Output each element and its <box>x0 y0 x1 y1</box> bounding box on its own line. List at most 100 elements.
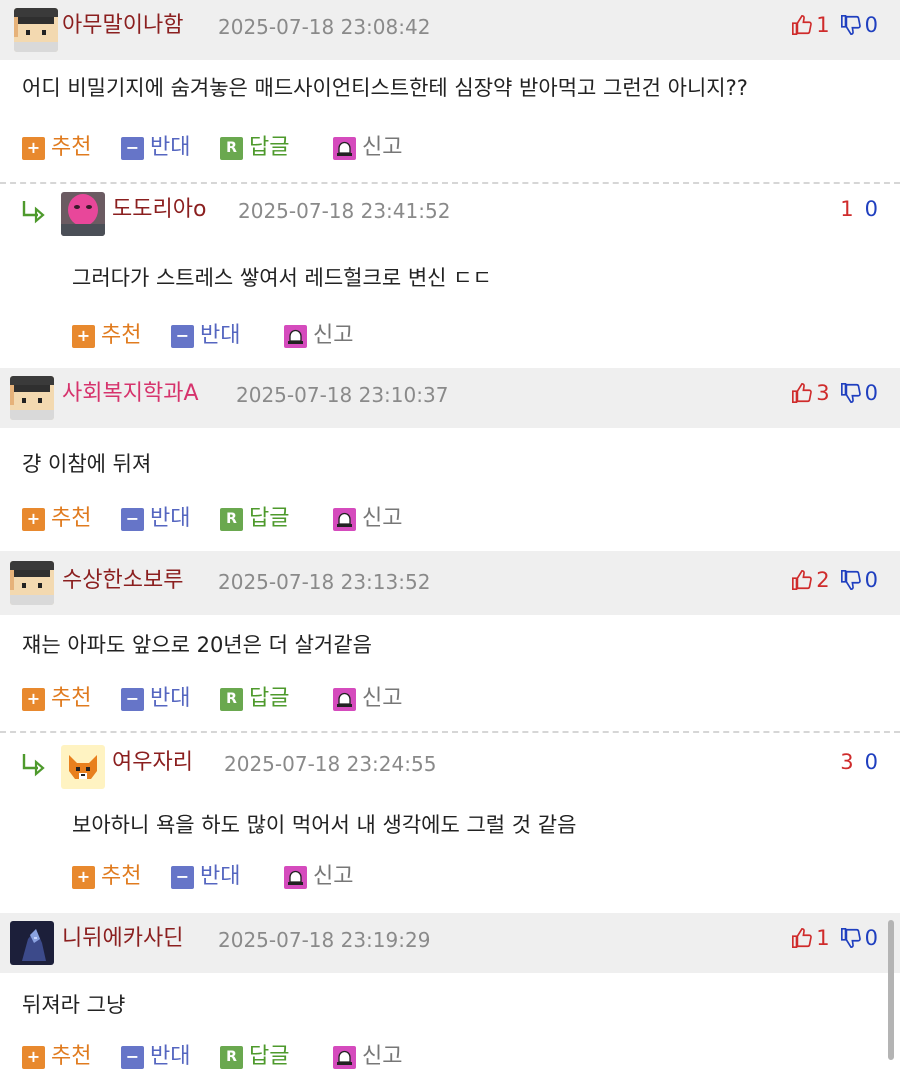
pixel-student-avatar[interactable] <box>14 8 58 52</box>
recommend-button[interactable]: + 추천 <box>22 134 91 162</box>
siren-icon <box>333 1045 356 1069</box>
recommend-label: 추천 <box>51 506 92 531</box>
pixel-student-avatar[interactable] <box>10 561 54 605</box>
siren-icon <box>333 136 356 160</box>
report-button[interactable]: 신고 <box>333 505 402 533</box>
vote-counts: 3 0 <box>791 380 878 406</box>
comment-nickname[interactable]: 도도리아o <box>112 196 206 224</box>
scrollbar-thumb[interactable] <box>888 920 894 1060</box>
downvote-count: 0 <box>864 568 878 592</box>
comment-header: 니뒤에카사딘 2025-07-18 23:19:29 1 0 <box>0 913 900 973</box>
recommend-label: 추천 <box>101 323 142 348</box>
comment-body: 보아하니 욕을 하도 많이 먹어서 내 생각에도 그럴 것 같음 <box>0 795 900 855</box>
reply-label: 답글 <box>249 1044 290 1069</box>
report-button[interactable]: 신고 <box>284 322 353 350</box>
reply-button[interactable]: R 답글 <box>220 1043 289 1071</box>
comment-text: 어디 비밀기지에 숨겨놓은 매드사이언티스트한테 심장약 받아먹고 그런건 아니… <box>22 76 748 100</box>
comment-date: 2025-07-18 23:08:42 <box>218 15 431 39</box>
comment-date: 2025-07-18 23:13:52 <box>218 570 431 594</box>
downvote-count: 0 <box>864 926 878 950</box>
comment-actions: + 추천 − 반대 R 답글 신고 <box>0 675 900 733</box>
thumbs-up-icon <box>792 570 813 590</box>
recommend-button[interactable]: + 추천 <box>72 863 141 891</box>
dark-character-avatar[interactable] <box>10 921 54 965</box>
comment-nickname[interactable]: 수상한소보루 <box>62 567 183 595</box>
report-label: 신고 <box>313 323 354 348</box>
recommend-button[interactable]: + 추천 <box>22 505 91 533</box>
upvote-count: 3 <box>816 381 830 405</box>
reply-comment: 도도리아o 2025-07-18 23:41:52 1 0 그러다가 스트레스 … <box>0 184 900 368</box>
oppose-label: 반대 <box>150 506 191 531</box>
downvote-count: 0 <box>864 381 878 405</box>
oppose-label: 반대 <box>150 135 191 160</box>
siren-icon <box>333 507 356 531</box>
pink-photo-avatar[interactable] <box>61 192 105 236</box>
plus-icon: + <box>22 507 45 531</box>
plus-icon: + <box>22 136 45 160</box>
minus-icon: − <box>121 687 144 711</box>
comment-body: 그러다가 스트레스 쌓여서 레드헐크로 변신 ㄷㄷ <box>0 244 900 312</box>
report-label: 신고 <box>362 135 403 160</box>
recommend-button[interactable]: + 추천 <box>22 685 91 713</box>
report-label: 신고 <box>362 506 403 531</box>
recommend-label: 추천 <box>51 686 92 711</box>
oppose-button[interactable]: − 반대 <box>121 505 190 533</box>
minus-icon: − <box>121 136 144 160</box>
report-button[interactable]: 신고 <box>284 863 353 891</box>
comment-nickname[interactable]: 여우자리 <box>112 749 193 777</box>
comment-body: 뒤져라 그냥 <box>0 973 900 1033</box>
comment-body: 쟤는 아파도 앞으로 20년은 더 살거같음 <box>0 615 900 675</box>
oppose-button[interactable]: − 반대 <box>171 863 240 891</box>
pixel-fox-avatar[interactable] <box>61 745 105 789</box>
reply-button[interactable]: R 답글 <box>220 134 289 162</box>
downvote-count: 0 <box>864 750 878 774</box>
vote-counts: 3 0 <box>837 749 878 775</box>
reply-label: 답글 <box>249 135 290 160</box>
comment-date: 2025-07-18 23:24:55 <box>224 752 437 776</box>
thumbs-down-icon <box>840 15 861 35</box>
comment-body: 걍 이참에 뒤져 <box>0 428 900 494</box>
reply-label: 답글 <box>249 686 290 711</box>
oppose-button[interactable]: − 반대 <box>121 1043 190 1071</box>
minus-icon: − <box>171 324 194 348</box>
report-button[interactable]: 신고 <box>333 685 402 713</box>
report-label: 신고 <box>362 686 403 711</box>
comment-date: 2025-07-18 23:10:37 <box>236 383 449 407</box>
reply-button[interactable]: R 답글 <box>220 685 289 713</box>
recommend-button[interactable]: + 추천 <box>72 322 141 350</box>
comment-text: 보아하니 욕을 하도 많이 먹어서 내 생각에도 그럴 것 같음 <box>72 813 577 837</box>
pixel-student-avatar[interactable] <box>10 376 54 420</box>
report-label: 신고 <box>313 864 354 889</box>
reply-button[interactable]: R 답글 <box>220 505 289 533</box>
comment-body: 어디 비밀기지에 숨겨놓은 매드사이언티스트한테 심장약 받아먹고 그런건 아니… <box>0 60 900 116</box>
comment-actions: + 추천 − 반대 신고 <box>0 855 900 913</box>
upvote-count: 1 <box>816 13 830 37</box>
downvote-count: 0 <box>864 197 878 221</box>
reply-arrow-icon <box>22 201 45 224</box>
comment: 아무말이나함 2025-07-18 23:08:42 1 0 어디 비밀기지에 … <box>0 0 900 184</box>
comment-nickname[interactable]: 니뒤에카사딘 <box>62 925 183 953</box>
upvote-count: 1 <box>816 926 830 950</box>
oppose-button[interactable]: − 반대 <box>121 134 190 162</box>
recommend-label: 추천 <box>101 864 142 889</box>
comment-header: 아무말이나함 2025-07-18 23:08:42 1 0 <box>0 0 900 60</box>
recommend-label: 추천 <box>51 135 92 160</box>
thumbs-up-icon <box>792 928 813 948</box>
comment-header: 도도리아o 2025-07-18 23:41:52 1 0 <box>0 184 900 244</box>
minus-icon: − <box>121 507 144 531</box>
oppose-label: 반대 <box>150 1044 191 1069</box>
comment: 수상한소보루 2025-07-18 23:13:52 2 0 쟤는 아파도 앞으… <box>0 551 900 733</box>
comment-actions: + 추천 − 반대 R 답글 신고 <box>0 116 900 184</box>
comment-header: 사회복지학과A 2025-07-18 23:10:37 3 0 <box>0 368 900 428</box>
oppose-button[interactable]: − 반대 <box>171 322 240 350</box>
comment-nickname[interactable]: 아무말이나함 <box>62 12 183 40</box>
comment-date: 2025-07-18 23:19:29 <box>218 928 431 952</box>
plus-icon: + <box>72 324 95 348</box>
report-button[interactable]: 신고 <box>333 134 402 162</box>
recommend-button[interactable]: + 추천 <box>22 1043 91 1071</box>
siren-icon <box>284 865 307 889</box>
report-button[interactable]: 신고 <box>333 1043 402 1071</box>
comment-nickname[interactable]: 사회복지학과A <box>62 380 199 408</box>
oppose-button[interactable]: − 반대 <box>121 685 190 713</box>
downvote-count: 0 <box>864 13 878 37</box>
